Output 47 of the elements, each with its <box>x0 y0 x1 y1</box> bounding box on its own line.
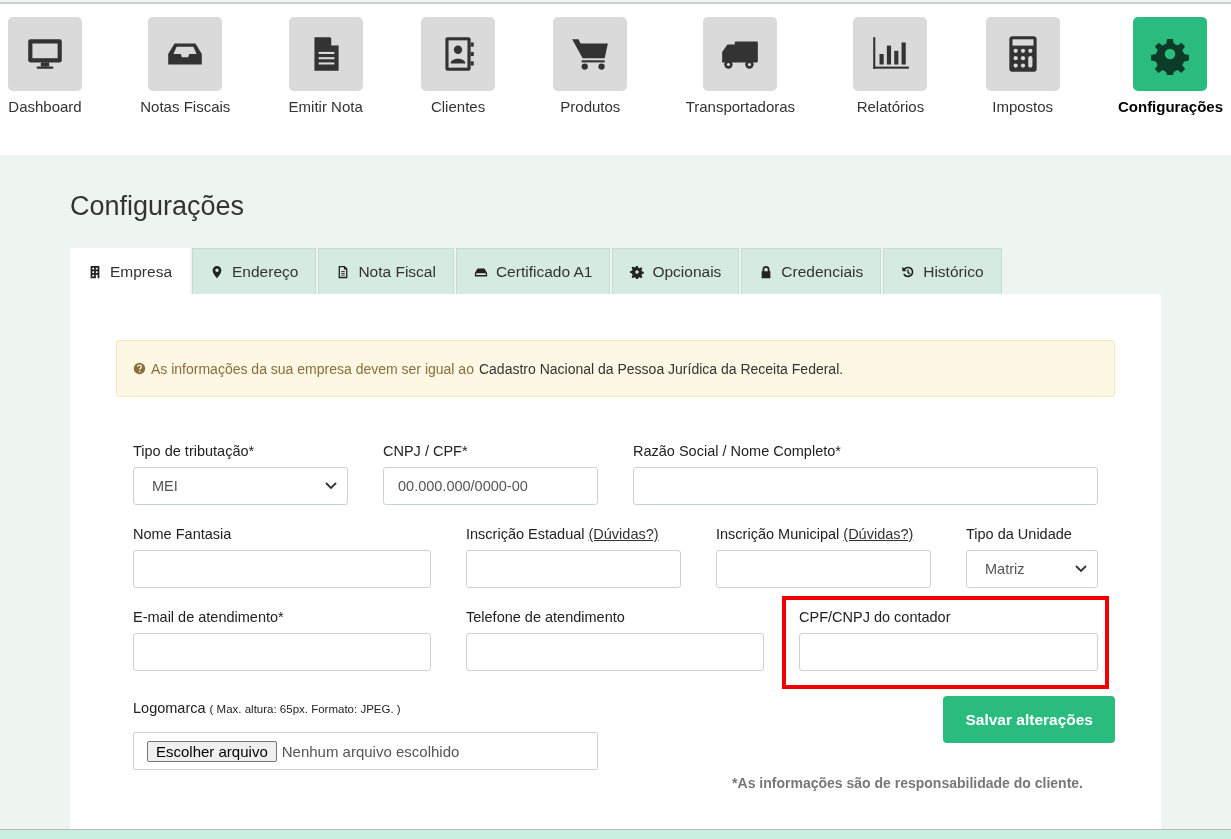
field-label: CPF/CNPJ do contador <box>799 609 951 625</box>
gear-icon <box>630 264 645 279</box>
input-field[interactable] <box>633 467 1098 505</box>
input-field[interactable] <box>133 550 431 588</box>
tab[interactable]: Empresa <box>70 248 191 294</box>
help-link[interactable]: (Dúvidas?) <box>588 526 659 542</box>
field-label: E-mail de atendimento* <box>133 609 284 625</box>
field-label: Inscrição Municipal <box>716 526 840 542</box>
help-link[interactable]: (Dúvidas?) <box>843 526 914 542</box>
choose-file-button[interactable]: Escolher arquivo <box>147 740 277 762</box>
field-label: Tipo da Unidade <box>966 526 1072 542</box>
tab[interactable]: Nota Fiscal <box>318 248 454 294</box>
chevron-down-icon <box>1075 565 1087 573</box>
input-field[interactable] <box>466 633 764 671</box>
input-field[interactable]: 00.000.000/0000-00 <box>383 467 598 505</box>
alert-text: As informações da sua empresa devem ser igual ao <box>151 360 474 377</box>
select-field[interactable]: Matriz <box>966 550 1098 588</box>
field-label: CNPJ / CPF* <box>383 443 468 459</box>
file-status: Nenhum arquivo escolhido <box>281 742 460 760</box>
page-title: Configurações <box>70 191 246 222</box>
building-icon <box>88 264 102 279</box>
tab[interactable]: Credenciais <box>741 248 882 294</box>
field-label: Telefone de atendimento <box>466 609 625 625</box>
tab[interactable]: Histórico <box>883 248 1002 294</box>
nav-item[interactable]: Configurações <box>1117 17 1223 155</box>
chevron-down-icon <box>325 482 337 490</box>
field-label: Razão Social / Nome Completo* <box>633 443 841 459</box>
field-label: Nome Fantasia <box>133 526 232 542</box>
footnote: *As informações são de responsabilidade do cliente. <box>732 775 1083 791</box>
nav-item[interactable]: Transportadoras <box>685 17 796 155</box>
nav-item[interactable]: Notas Fiscais <box>140 17 231 155</box>
tab[interactable]: Certificado A1 <box>455 248 611 294</box>
tab[interactable]: Opcionais <box>612 248 740 294</box>
field-label: Tipo de tributação* <box>133 443 255 459</box>
input-field[interactable] <box>466 550 681 588</box>
question-icon <box>133 362 146 375</box>
tab[interactable]: Endereço <box>192 248 317 294</box>
input-field[interactable] <box>133 633 431 671</box>
field-label: Logomarca <box>133 700 206 716</box>
history-icon <box>901 264 916 279</box>
field-hint: ( Max. altura: 65px. Formato: JPEG. ) <box>209 703 401 715</box>
file-field[interactable]: Escolher arquivo Nenhum arquivo escolhido <box>133 732 598 770</box>
field-label: Inscrição Estadual <box>466 526 585 542</box>
input-field[interactable] <box>799 633 1098 671</box>
select-field[interactable]: MEI <box>133 467 348 505</box>
alert-emphasis: Cadastro Nacional da Pessoa Jurídica da Receita Federal. <box>478 360 844 377</box>
input-field[interactable] <box>716 550 931 588</box>
